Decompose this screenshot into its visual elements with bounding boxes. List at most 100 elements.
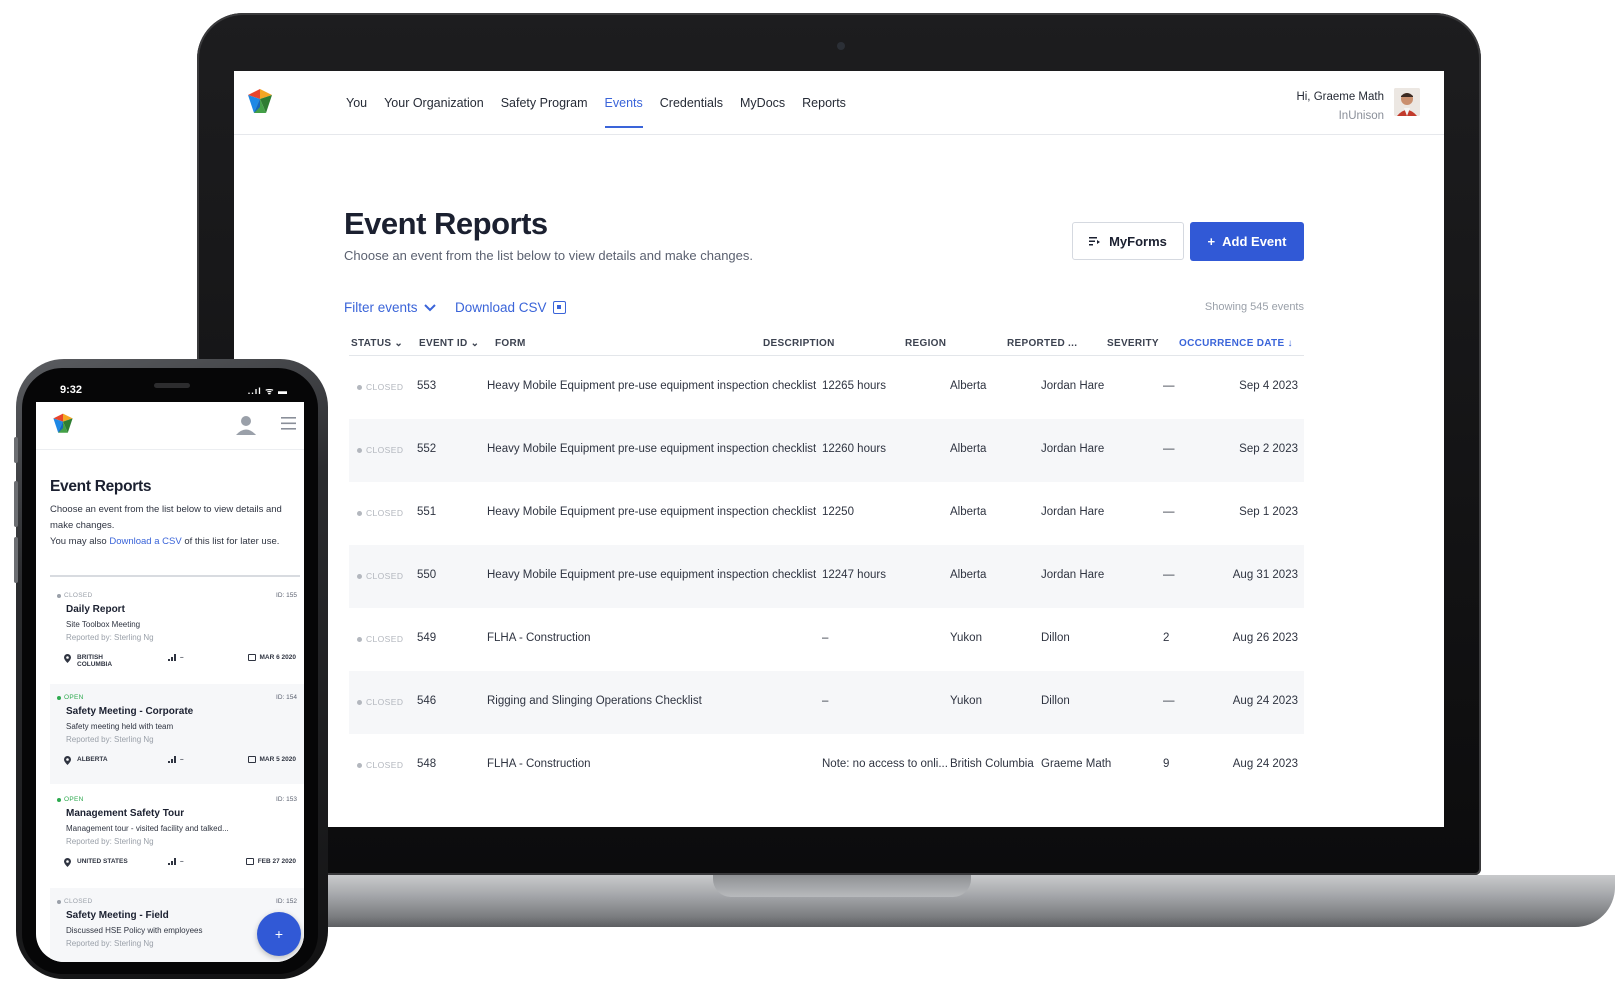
cell-severity: — <box>1163 569 1175 581</box>
card-date: MAR 6 2020 <box>247 654 296 661</box>
card-footer: UNITED STATES – FEB 27 2020 <box>64 858 296 872</box>
column-header-form[interactable]: FORM <box>495 338 526 349</box>
status-dot-icon <box>357 699 362 705</box>
phone-volume-down <box>14 537 18 583</box>
cell-severity: 2 <box>1163 632 1170 644</box>
nav-item-mydocs[interactable]: MyDocs <box>740 96 785 110</box>
user-menu[interactable]: Hi, Graeme Math InUnison <box>1296 88 1384 126</box>
download-csv-label: Download CSV <box>455 300 547 315</box>
cell-severity: — <box>1163 695 1175 707</box>
phone-indicators: ..ıl ᯤ ▬ <box>247 386 288 396</box>
table-row[interactable]: CLOSED 550 Heavy Mobile Equipment pre-use … <box>349 545 1304 608</box>
status-dot-icon <box>357 762 362 768</box>
avatar[interactable] <box>1394 88 1420 116</box>
cell-date: Aug 26 2023 <box>1232 632 1298 644</box>
table-row[interactable]: CLOSED 551 Heavy Mobile Equipment pre-use … <box>349 482 1304 545</box>
laptop-screen: You Your Organization Safety Program Eve… <box>234 71 1444 827</box>
location-pin-icon <box>64 654 71 663</box>
myforms-icon <box>1089 237 1101 246</box>
status-dot-icon <box>357 447 362 453</box>
nav-item-reports[interactable]: Reports <box>802 96 846 110</box>
column-header-region[interactable]: REGION <box>905 338 946 349</box>
cell-form: Heavy Mobile Equipment pre-use equipment… <box>487 443 817 455</box>
table-row[interactable]: CLOSED 546 Rigging and Slinging Operations… <box>349 671 1304 734</box>
column-header-severity[interactable]: SEVERITY <box>1107 338 1159 349</box>
nav-item-you[interactable]: You <box>346 96 367 110</box>
cell-id: 548 <box>417 758 437 770</box>
event-card[interactable]: OPEN ID: 153 Management Safety Tour Managem… <box>50 786 304 886</box>
card-title: Safety Meeting - Field <box>66 910 169 921</box>
nav-item-your-organization[interactable]: Your Organization <box>384 96 484 110</box>
add-event-button[interactable]: + Add Event <box>1190 222 1304 261</box>
user-icon[interactable] <box>235 414 257 436</box>
status-dot-icon <box>357 510 362 516</box>
cell-reported: Dillon <box>1041 695 1070 707</box>
cell-id: 550 <box>417 569 437 581</box>
nav-item-safety-program[interactable]: Safety Program <box>501 96 588 110</box>
column-header-occurrence-date[interactable]: OCCURRENCE DATE ↓ <box>1179 338 1293 349</box>
card-title: Management Safety Tour <box>66 808 185 819</box>
cell-date: Sep 1 2023 <box>1239 506 1298 518</box>
inunison-logo-icon[interactable] <box>50 412 76 436</box>
cell-id: 546 <box>417 695 437 707</box>
mobile-divider <box>50 575 300 577</box>
cell-status: CLOSED <box>357 445 403 455</box>
status-label: CLOSED <box>366 634 404 644</box>
cell-status: CLOSED <box>357 382 403 392</box>
cell-id: 551 <box>417 506 437 518</box>
cell-id: 552 <box>417 443 437 455</box>
user-organization: InUnison <box>1338 110 1384 122</box>
card-footer: ALBERTA – MAR 5 2020 <box>64 756 296 770</box>
table-row[interactable]: CLOSED 553 Heavy Mobile Equipment pre-use … <box>349 356 1304 419</box>
myforms-button[interactable]: MyForms <box>1072 222 1184 260</box>
card-event-id: ID: 153 <box>276 796 297 803</box>
card-date: MAR 5 2020 <box>247 756 296 763</box>
cell-description: – <box>822 695 829 707</box>
column-header-description[interactable]: DESCRIPTION <box>763 338 835 349</box>
card-subtitle: Site Toolbox Meeting <box>66 620 141 629</box>
table-row[interactable]: CLOSED 548 FLHA - Construction Note: no acc… <box>349 734 1304 797</box>
event-card[interactable]: CLOSED ID: 155 Daily Report Site Toolbox Me… <box>50 582 304 682</box>
fab-add-event-button[interactable]: + <box>257 912 301 956</box>
phone-time: 9:32 <box>60 384 83 396</box>
page-subtitle: Choose an event from the list below to v… <box>344 248 754 263</box>
download-csv-link[interactable]: Download CSV <box>455 300 566 315</box>
cell-region: British Columbia <box>950 758 1034 770</box>
status-dot-icon <box>57 899 61 904</box>
table-header: STATUS ⌄ EVENT ID ⌄ FORM DESCRIPTION REG… <box>349 332 1304 356</box>
column-header-reported[interactable]: REPORTED ... <box>1007 338 1077 349</box>
phone-status-bar: 9:32 ..ıl ᯤ ▬ <box>36 375 304 402</box>
plus-icon: + <box>1207 234 1216 249</box>
table-row[interactable]: CLOSED 549 FLHA - Construction – Yukon Dillon… <box>349 608 1304 671</box>
cell-region: Yukon <box>950 632 982 644</box>
cell-date: Aug 24 2023 <box>1232 758 1298 770</box>
cell-severity: — <box>1163 443 1175 455</box>
cell-id: 553 <box>417 380 437 392</box>
card-status: OPEN <box>57 694 84 701</box>
cell-description: – <box>822 632 829 644</box>
mobile-download-csv-link[interactable]: Download a CSV <box>109 536 181 547</box>
column-header-event-id[interactable]: EVENT ID ⌄ <box>419 338 479 349</box>
cell-reported: Graeme Math <box>1041 758 1112 770</box>
card-subtitle: Discussed HSE Policy with employees <box>66 926 203 935</box>
signal-bars-icon <box>168 756 176 763</box>
column-header-status[interactable]: STATUS ⌄ <box>351 338 403 349</box>
card-date: FEB 27 2020 <box>245 858 296 865</box>
cell-date: Aug 31 2023 <box>1232 569 1298 581</box>
nav-item-credentials[interactable]: Credentials <box>660 96 723 110</box>
cell-reported: Dillon <box>1041 632 1070 644</box>
event-card[interactable]: OPEN ID: 154 Safety Meeting - Corporate Saf… <box>50 684 304 784</box>
table-row[interactable]: CLOSED 552 Heavy Mobile Equipment pre-use … <box>349 419 1304 482</box>
laptop-camera <box>837 42 845 50</box>
menu-icon[interactable] <box>281 417 296 430</box>
card-reported-by: Reported by: Sterling Ng <box>66 735 154 744</box>
card-event-id: ID: 154 <box>276 694 297 701</box>
filter-events-link[interactable]: Filter events <box>344 300 436 315</box>
card-status: CLOSED <box>57 592 93 599</box>
csv-icon <box>552 301 566 314</box>
inunison-logo-icon[interactable] <box>244 87 276 117</box>
card-title: Daily Report <box>66 604 125 615</box>
nav-item-events[interactable]: Events <box>604 96 643 128</box>
table-body: CLOSED 553 Heavy Mobile Equipment pre-use … <box>349 356 1304 797</box>
events-table: STATUS ⌄ EVENT ID ⌄ FORM DESCRIPTION REG… <box>349 332 1304 797</box>
